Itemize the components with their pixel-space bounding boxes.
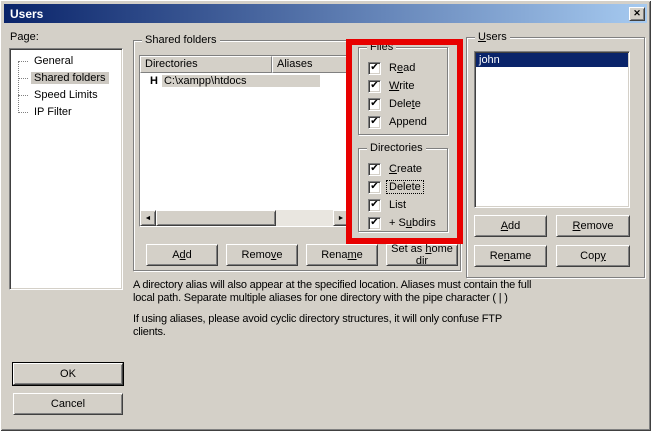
scrollbar-thumb[interactable] [156,210,276,226]
sidebar-item-speed-limits[interactable]: Speed Limits [12,87,120,104]
page-tree: General Shared folders Speed Limits IP F… [9,48,123,290]
rename-directory-button[interactable]: Rename [306,244,378,266]
checkbox-box[interactable]: ✔ [368,98,381,111]
checkbox-box[interactable]: ✔ [368,217,381,230]
arrow-left-icon: ◄ [145,215,152,222]
sidebar-item-ip-filter[interactable]: IP Filter [12,104,120,121]
sidebar-item-general[interactable]: General [12,53,120,70]
check-icon: ✔ [370,182,378,192]
page-panel-label: Page: [10,31,39,43]
checkbox-dirs-delete[interactable]: ✔ Delete [368,178,445,196]
cancel-button[interactable]: Cancel [13,393,123,415]
check-icon: ✔ [370,200,378,210]
checkbox-box[interactable]: ✔ [368,116,381,129]
alias-notes: A directory alias will also appear at th… [133,279,537,347]
add-directory-button[interactable]: Add [146,244,218,266]
scrollbar-track[interactable] [276,210,333,226]
users-listbox[interactable]: john [474,51,630,208]
tree-item-label: Speed Limits [31,89,101,101]
copy-user-button[interactable]: Copy [556,245,630,267]
column-header-aliases[interactable]: Aliases [272,56,349,73]
scroll-left-button[interactable]: ◄ [140,210,156,226]
scroll-right-button[interactable]: ► [333,210,349,226]
users-group-label: Users [475,30,510,44]
ok-button[interactable]: OK [13,363,123,385]
checkbox-dirs-list[interactable]: ✔ List [368,196,445,214]
checkbox-files-write[interactable]: ✔ Write [368,77,445,95]
listview-body: H C:\xampp\htdocs [140,73,349,210]
rename-user-button[interactable]: Rename [474,245,547,267]
checkbox-dirs-subdirs[interactable]: ✔ + Subdirs [368,214,445,232]
close-button[interactable]: ✕ [629,7,645,21]
users-dialog: Users ✕ Page: General Shared folders Spe… [0,0,651,431]
set-as-home-dir-button[interactable]: Set as home dir [386,244,458,266]
checkbox-box[interactable]: ✔ [368,199,381,212]
checkbox-files-read[interactable]: ✔ Read [368,59,445,77]
cyclic-warning-text: If using aliases, please avoid cyclic di… [133,313,537,339]
arrow-right-icon: ► [338,215,345,222]
files-permissions-group: Files ✔ Read ✔ Write ✔ Delete ✔ Append [358,47,448,135]
shared-folders-group-label: Shared folders [142,33,220,47]
directories-group-label: Directories [367,141,426,155]
checkbox-dirs-create[interactable]: ✔ Create [368,160,445,178]
list-item-user[interactable]: john [476,53,628,67]
checkbox-box[interactable]: ✔ [368,163,381,176]
directories-permissions-group: Directories ✔ Create ✔ Delete ✔ List ✔ +… [358,148,448,232]
table-row[interactable]: H C:\xampp\htdocs [140,73,349,89]
check-icon: ✔ [370,81,378,91]
check-icon: ✔ [370,164,378,174]
tree-item-label: Shared folders [31,72,109,84]
listview-header: Directories Aliases [140,56,349,73]
users-buttons: Add Remove Rename Copy [474,215,630,267]
checkbox-files-delete[interactable]: ✔ Delete [368,95,445,113]
add-user-button[interactable]: Add [474,215,547,237]
check-icon: ✔ [370,218,378,228]
remove-directory-button[interactable]: Remove [226,244,298,266]
shared-folders-buttons: Add Remove Rename Set as home dir [146,244,458,266]
remove-user-button[interactable]: Remove [556,215,630,237]
tree-item-label: General [31,55,76,67]
checkbox-box[interactable]: ✔ [368,181,381,194]
check-icon: ✔ [370,63,378,73]
check-icon: ✔ [370,99,378,109]
check-icon: ✔ [370,117,378,127]
horizontal-scrollbar[interactable]: ◄ ► [140,210,349,226]
directories-listview: Directories Aliases H C:\xampp\htdocs ◄ … [139,55,350,227]
sidebar-item-shared-folders[interactable]: Shared folders [12,70,120,87]
checkbox-files-append[interactable]: ✔ Append [368,113,445,131]
files-group-label: Files [367,40,396,54]
home-directory-marker: H [150,75,158,87]
directory-path-cell: C:\xampp\htdocs [162,75,320,87]
checkbox-box[interactable]: ✔ [368,62,381,75]
close-icon: ✕ [633,9,641,18]
alias-info-text: A directory alias will also appear at th… [133,279,537,305]
titlebar[interactable]: Users ✕ [4,4,647,23]
checkbox-box[interactable]: ✔ [368,80,381,93]
users-group: Users john Add Remove Rename Copy [466,37,645,278]
tree-item-label: IP Filter [31,106,75,118]
window-title: Users [4,7,43,21]
column-header-directories[interactable]: Directories [140,56,272,73]
